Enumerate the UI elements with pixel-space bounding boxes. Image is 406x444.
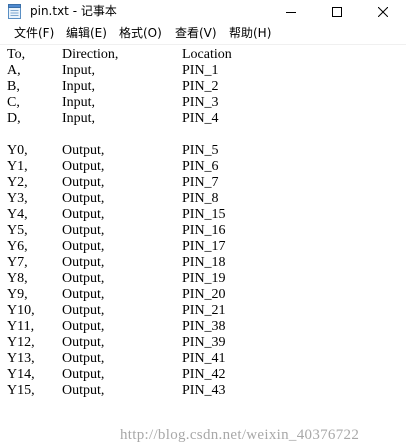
text-cell: B,	[7, 79, 20, 94]
text-cell: PIN_4	[182, 111, 219, 126]
text-cell: Y6,	[7, 239, 28, 254]
text-cell: Location	[182, 47, 232, 62]
text-cell: PIN_7	[182, 175, 219, 190]
text-cell: Y4,	[7, 207, 28, 222]
text-cell: C,	[7, 95, 20, 110]
text-cell: PIN_38	[182, 319, 226, 334]
menu-edit[interactable]: 编辑(E)	[66, 25, 107, 41]
watermark: http://blog.csdn.net/weixin_40376722	[120, 427, 360, 443]
text-cell: PIN_6	[182, 159, 219, 174]
text-cell: Y2,	[7, 175, 28, 190]
text-cell: PIN_15	[182, 207, 226, 222]
text-cell: PIN_43	[182, 383, 226, 398]
text-cell: Output,	[62, 335, 105, 350]
text-cell: PIN_41	[182, 351, 226, 366]
text-cell: Output,	[62, 239, 105, 254]
text-cell: Output,	[62, 287, 105, 302]
text-cell: Y8,	[7, 271, 28, 286]
text-cell: Y3,	[7, 191, 28, 206]
text-cell: PIN_2	[182, 79, 219, 94]
title-bar[interactable]: pin.txt - 记事本	[0, 0, 406, 23]
text-cell: Output,	[62, 143, 105, 158]
text-cell: Y14,	[7, 367, 35, 382]
text-cell: Input,	[62, 79, 96, 94]
text-cell: Output,	[62, 351, 105, 366]
text-cell: Y11,	[7, 319, 35, 334]
text-cell: Input,	[62, 95, 96, 110]
text-cell: PIN_42	[182, 367, 226, 382]
close-button[interactable]	[360, 0, 406, 23]
text-cell: Output,	[62, 255, 105, 270]
text-cell: Y5,	[7, 223, 28, 238]
text-cell: PIN_16	[182, 223, 226, 238]
text-cell: Y1,	[7, 159, 28, 174]
minimize-button[interactable]	[268, 0, 314, 23]
text-cell: Output,	[62, 303, 105, 318]
text-cell: D,	[7, 111, 21, 126]
notepad-icon	[8, 4, 21, 19]
text-cell: PIN_1	[182, 63, 219, 78]
text-cell: PIN_39	[182, 335, 226, 350]
menu-help[interactable]: 帮助(H)	[229, 25, 271, 41]
text-cell: Y13,	[7, 351, 35, 366]
text-cell: PIN_17	[182, 239, 226, 254]
text-cell: Output,	[62, 207, 105, 222]
text-cell: A,	[7, 63, 21, 78]
text-cell: Output,	[62, 223, 105, 238]
text-cell: Y10,	[7, 303, 35, 318]
text-cell: PIN_3	[182, 95, 219, 110]
text-cell: Y7,	[7, 255, 28, 270]
text-cell: Input,	[62, 63, 96, 78]
text-cell: Y0,	[7, 143, 28, 158]
text-cell: Output,	[62, 191, 105, 206]
text-cell: Input,	[62, 111, 96, 126]
text-cell: PIN_19	[182, 271, 226, 286]
menu-bar: 文件(F) 编辑(E) 格式(O) 查看(V) 帮助(H)	[0, 23, 406, 43]
menu-file[interactable]: 文件(F)	[14, 25, 54, 41]
text-cell: PIN_20	[182, 287, 226, 302]
text-cell: Output,	[62, 175, 105, 190]
menu-format[interactable]: 格式(O)	[119, 25, 162, 41]
text-cell: PIN_21	[182, 303, 226, 318]
text-cell: Y12,	[7, 335, 35, 350]
text-cell: PIN_18	[182, 255, 226, 270]
text-cell: Output,	[62, 159, 105, 174]
text-cell: PIN_5	[182, 143, 219, 158]
maximize-icon	[332, 6, 342, 17]
text-cell: Output,	[62, 319, 105, 334]
text-cell: To,	[7, 47, 26, 62]
text-editor[interactable]: To, Direction, Location A, Input, PIN_1 B, Inpu…	[0, 44, 406, 443]
text-cell: Y15,	[7, 383, 35, 398]
minimize-icon	[286, 11, 296, 13]
text-cell: Output,	[62, 271, 105, 286]
window-title: pin.txt - 记事本	[30, 4, 117, 18]
text-cell: Direction,	[62, 47, 119, 62]
text-cell: Y9,	[7, 287, 28, 302]
menu-view[interactable]: 查看(V)	[175, 25, 217, 41]
text-cell: Output,	[62, 367, 105, 382]
close-icon	[378, 6, 388, 17]
maximize-button[interactable]	[314, 0, 360, 23]
text-cell: PIN_8	[182, 191, 219, 206]
text-cell: Output,	[62, 383, 105, 398]
